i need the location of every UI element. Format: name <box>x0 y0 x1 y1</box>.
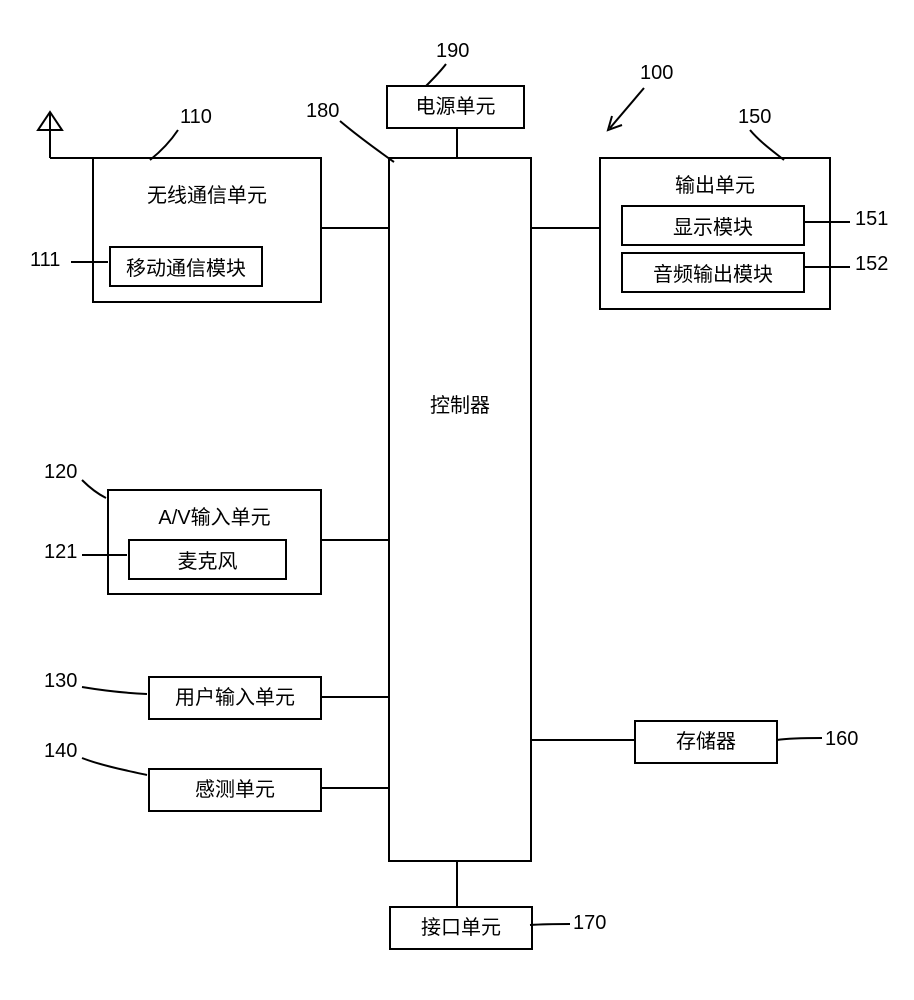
microphone: 麦克风 <box>128 539 287 580</box>
controller-label: 控制器 <box>430 389 490 418</box>
ref-190: 190 <box>436 40 469 63</box>
ref-160: 160 <box>825 728 858 751</box>
mobile-comm-label: 移动通信模块 <box>126 258 246 280</box>
ref-130: 130 <box>44 670 77 693</box>
display-module: 显示模块 <box>621 205 805 246</box>
ref-180: 180 <box>306 100 339 123</box>
sensing-label: 感测单元 <box>195 779 275 801</box>
ref-120: 120 <box>44 461 77 484</box>
ref-152: 152 <box>855 253 888 276</box>
av-input-label: A/V输入单元 <box>158 501 270 530</box>
interface-unit: 接口单元 <box>389 906 533 950</box>
ref-110: 110 <box>180 106 212 129</box>
memory-label: 存储器 <box>676 731 736 753</box>
output-label: 输出单元 <box>675 169 755 198</box>
user-input-label: 用户输入单元 <box>175 687 295 709</box>
interface-label: 接口单元 <box>421 917 501 939</box>
audio-output-label: 音频输出模块 <box>653 264 773 286</box>
user-input-unit: 用户输入单元 <box>148 676 322 720</box>
ref-170: 170 <box>573 912 606 935</box>
ref-151: 151 <box>855 208 888 231</box>
mobile-comm-module: 移动通信模块 <box>109 246 263 287</box>
microphone-label: 麦克风 <box>178 551 238 573</box>
ref-121: 121 <box>44 541 77 564</box>
ref-150: 150 <box>738 106 771 129</box>
audio-output-module: 音频输出模块 <box>621 252 805 293</box>
ref-140: 140 <box>44 740 77 763</box>
ref-100: 100 <box>640 62 673 85</box>
controller: 控制器 <box>388 157 532 862</box>
power-label: 电源单元 <box>416 96 496 118</box>
ref-111: 111 <box>30 249 60 272</box>
sensing-unit: 感测单元 <box>148 768 322 812</box>
power-unit: 电源单元 <box>386 85 525 129</box>
memory: 存储器 <box>634 720 778 764</box>
display-label: 显示模块 <box>673 217 753 239</box>
wireless-label: 无线通信单元 <box>147 179 267 208</box>
